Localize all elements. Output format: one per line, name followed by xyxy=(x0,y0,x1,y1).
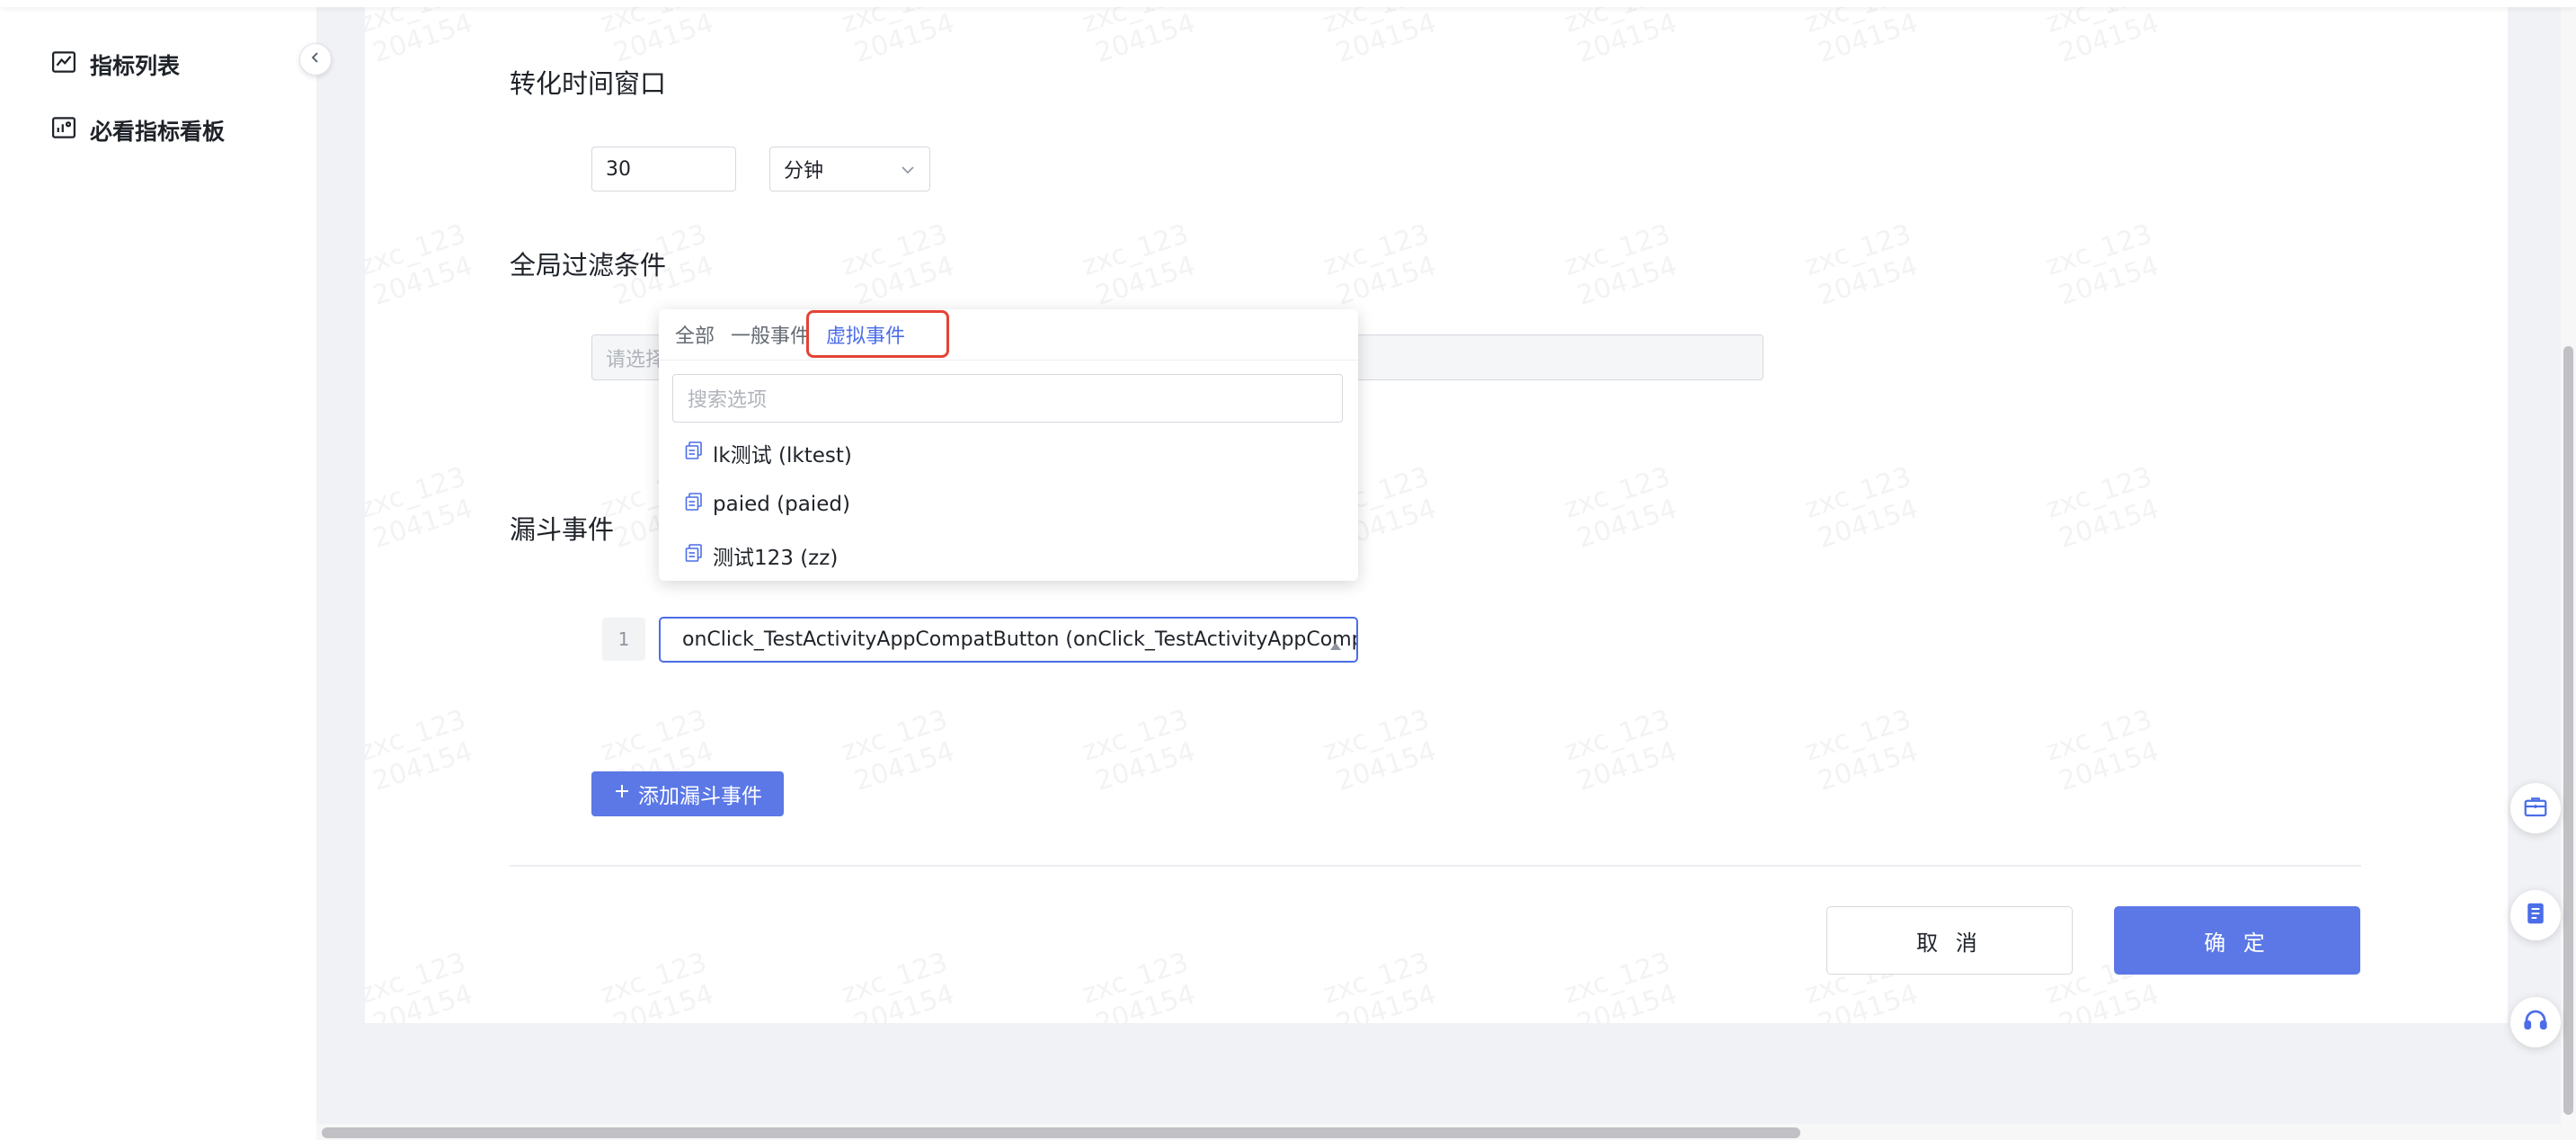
sidebar-collapse-button[interactable] xyxy=(299,43,332,76)
global-filter-title: 全局过滤条件 xyxy=(510,250,667,281)
search-placeholder: 搜索选项 xyxy=(688,389,768,412)
chevron-left-icon xyxy=(308,50,323,68)
sidebar: 指标列表 必看指标看板 xyxy=(0,0,316,1140)
confirm-button[interactable]: 确 定 xyxy=(2114,906,2360,975)
dropdown-option[interactable]: paied (paied) xyxy=(684,486,850,522)
time-window-value: 30 xyxy=(606,157,631,181)
watermark: zxc_123204154 xyxy=(1800,703,1923,797)
top-bar xyxy=(0,0,2576,7)
watermark: zxc_123204154 xyxy=(365,946,477,1023)
headset-icon xyxy=(2522,1007,2549,1038)
sidebar-item-dashboard[interactable]: 必看指标看板 xyxy=(50,112,225,148)
watermark: zxc_123204154 xyxy=(1559,946,1682,1023)
plus-icon xyxy=(613,782,631,806)
watermark: zxc_123204154 xyxy=(1559,460,1682,555)
watermark: zxc_123204154 xyxy=(1559,0,1682,69)
watermark: zxc_123204154 xyxy=(1559,218,1682,312)
horizontal-scrollbar[interactable] xyxy=(322,1127,1800,1138)
watermark: zxc_123204154 xyxy=(837,703,959,797)
watermark: zxc_123204154 xyxy=(1800,460,1923,555)
watermark: zxc_123204154 xyxy=(2041,218,2163,312)
watermark: zxc_123204154 xyxy=(1319,0,1441,69)
dashboard-icon xyxy=(50,114,77,147)
document-button[interactable] xyxy=(2510,890,2561,940)
dropdown-option[interactable]: 测试123 (zz) xyxy=(684,538,838,574)
watermark: zxc_123204154 xyxy=(1319,703,1441,797)
time-unit-value: 分钟 xyxy=(784,160,824,183)
sidebar-item-metric-list[interactable]: 指标列表 xyxy=(50,47,180,83)
time-window-title: 转化时间窗口 xyxy=(510,68,667,99)
time-window-input[interactable]: 30 xyxy=(591,147,736,191)
vertical-scrollbar[interactable] xyxy=(2563,346,2573,1115)
virtual-event-icon xyxy=(684,441,704,466)
event-type-tabs: 全部 一般事件 虚拟事件 xyxy=(659,309,1358,361)
watermark: zxc_123204154 xyxy=(2041,460,2163,555)
watermark: zxc_123204154 xyxy=(1078,703,1200,797)
watermark: zxc_123204154 xyxy=(365,218,477,312)
watermark: zxc_123204154 xyxy=(596,946,718,1023)
event-dropdown: 全部 一般事件 虚拟事件 搜索选项 lk测试 (lktest) paied (p… xyxy=(659,309,1358,581)
tab-virtual-events[interactable]: 虚拟事件 xyxy=(826,320,905,349)
global-filter-placeholder: 请选择 xyxy=(606,348,666,371)
tab-general-events[interactable]: 一般事件 xyxy=(731,320,810,349)
dropdown-option-label: paied (paied) xyxy=(713,493,850,516)
funnel-events-title: 漏斗事件 xyxy=(510,514,615,545)
watermark: zxc_123204154 xyxy=(1319,946,1441,1023)
virtual-event-icon xyxy=(684,543,704,568)
watermark: zxc_123204154 xyxy=(837,946,959,1023)
add-funnel-event-label: 添加漏斗事件 xyxy=(638,785,762,808)
support-button[interactable] xyxy=(2510,997,2561,1047)
caret-up-icon xyxy=(1329,634,1342,656)
toolbox-button[interactable] xyxy=(2510,783,2561,833)
dropdown-search-input[interactable]: 搜索选项 xyxy=(672,374,1343,423)
toolbox-icon xyxy=(2522,793,2549,824)
watermark: zxc_123204154 xyxy=(596,0,718,69)
watermark: zxc_123204154 xyxy=(1800,0,1923,69)
watermark: zxc_123204154 xyxy=(837,0,959,69)
document-icon xyxy=(2522,900,2549,931)
watermark: zxc_123204154 xyxy=(837,218,959,312)
watermark: zxc_123204154 xyxy=(365,460,477,555)
funnel-event-select[interactable]: onClick_TestActivityAppCompatButton (onC… xyxy=(659,617,1358,663)
watermark: zxc_123204154 xyxy=(1078,218,1200,312)
cancel-button[interactable]: 取 消 xyxy=(1826,906,2073,975)
time-unit-select[interactable]: 分钟 xyxy=(769,147,930,191)
watermark: zxc_123204154 xyxy=(2041,0,2163,69)
funnel-step-number: 1 xyxy=(602,618,645,661)
watermark: zxc_123204154 xyxy=(1078,0,1200,69)
dropdown-option-label: lk测试 (lktest) xyxy=(713,444,852,468)
tab-all[interactable]: 全部 xyxy=(675,320,715,349)
dropdown-option[interactable]: lk测试 (lktest) xyxy=(684,435,852,471)
watermark: zxc_123204154 xyxy=(1559,703,1682,797)
virtual-event-icon xyxy=(684,492,704,517)
dropdown-option-label: 测试123 (zz) xyxy=(713,547,839,570)
watermark: zxc_123204154 xyxy=(365,703,477,797)
watermark: zxc_123204154 xyxy=(1078,946,1200,1023)
sidebar-item-label: 必看指标看板 xyxy=(90,119,226,145)
funnel-event-value: onClick_TestActivityAppCompatButton (onC… xyxy=(682,628,1356,651)
watermark: zxc_123204154 xyxy=(2041,703,2163,797)
line-chart-icon xyxy=(50,49,77,81)
add-funnel-event-button[interactable]: 添加漏斗事件 xyxy=(591,771,784,816)
watermark: zxc_123204154 xyxy=(365,0,477,69)
watermark: zxc_123204154 xyxy=(1800,218,1923,312)
watermark: zxc_123204154 xyxy=(1319,218,1441,312)
chevron-down-icon xyxy=(899,161,917,184)
divider xyxy=(510,865,2361,867)
sidebar-item-label: 指标列表 xyxy=(90,53,181,79)
